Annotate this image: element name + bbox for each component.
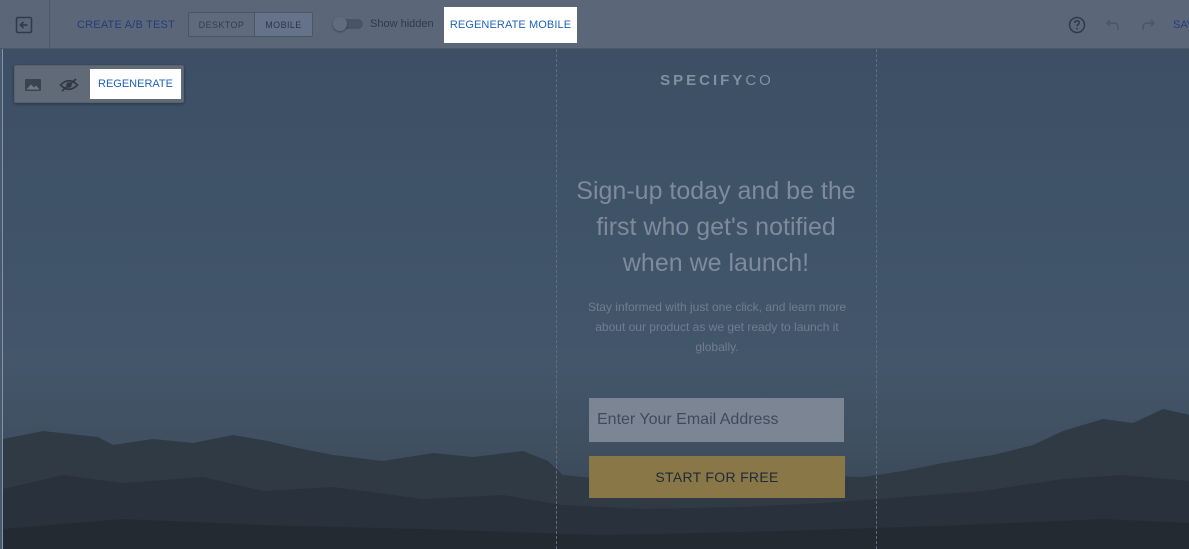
save-button[interactable]: SAVE [1173, 18, 1189, 32]
logo-light-text: CO [745, 72, 774, 89]
show-hidden-label: Show hidden [370, 18, 434, 30]
show-hidden-toggle[interactable] [333, 17, 363, 31]
desktop-tab[interactable]: DESKTOP [189, 13, 255, 36]
create-ab-test-button[interactable]: CREATE A/B TEST [77, 18, 175, 32]
device-switcher: DESKTOP MOBILE [188, 12, 313, 37]
regenerate-mobile-button[interactable]: REGENERATE MOBILE [444, 7, 577, 43]
help-circle-icon[interactable] [1067, 15, 1087, 35]
hide-eye-icon[interactable] [58, 74, 80, 96]
brand-logo[interactable]: SPECIFYCO [610, 72, 824, 89]
element-toolbar: REGENERATE [14, 65, 184, 103]
email-field[interactable] [589, 398, 844, 442]
subheadline[interactable]: Stay informed with just one click, and l… [586, 297, 848, 357]
image-icon[interactable] [22, 74, 44, 96]
mobile-guide-left [556, 49, 557, 549]
exit-editor-icon[interactable] [10, 11, 38, 39]
headline[interactable]: Sign-up today and be the first who get's… [566, 173, 866, 281]
toolbar-divider [49, 0, 50, 49]
start-for-free-button[interactable]: START FOR FREE [589, 456, 845, 498]
redo-icon[interactable] [1138, 15, 1158, 35]
mobile-guide-right [876, 49, 877, 549]
mobile-tab[interactable]: MOBILE [255, 13, 312, 36]
editor-toolbar: CREATE A/B TEST DESKTOP MOBILE Show hidd… [0, 0, 1189, 49]
undo-icon[interactable] [1103, 15, 1123, 35]
logo-bold-text: SPECIFY [660, 72, 746, 89]
regenerate-button[interactable]: REGENERATE [90, 69, 181, 99]
